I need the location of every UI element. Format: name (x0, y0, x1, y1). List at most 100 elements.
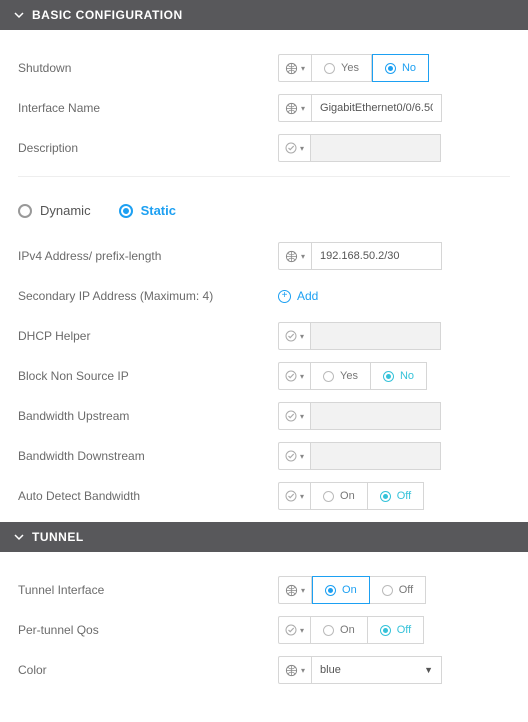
row-bw-up: Bandwidth Upstream ▾ (18, 396, 510, 436)
radio-icon (18, 204, 32, 218)
section-header-basic[interactable]: BASIC CONFIGURATION (0, 0, 528, 30)
tunnel-iface-on[interactable]: On (312, 576, 370, 604)
scope-button-bwup[interactable]: ▾ (278, 402, 311, 430)
dhcp-helper-input[interactable] (311, 322, 441, 350)
globe-icon (285, 250, 298, 263)
caret-icon: ▾ (301, 64, 305, 73)
shutdown-toggle: Yes No (312, 54, 429, 82)
scope-button-description[interactable]: ▾ (278, 134, 311, 162)
scope-button-qos[interactable]: ▾ (278, 616, 311, 644)
qos-off[interactable]: Off (368, 616, 424, 644)
caret-icon: ▾ (301, 586, 305, 595)
globe-icon (285, 102, 298, 115)
row-tunnel-iface: Tunnel Interface ▾ On Off (18, 570, 510, 610)
label-description: Description (18, 141, 278, 155)
radio-icon (382, 585, 393, 596)
autodetect-on[interactable]: On (311, 482, 368, 510)
radio-icon (380, 491, 391, 502)
scope-button-ifname[interactable]: ▾ (278, 94, 312, 122)
row-bw-down: Bandwidth Downstream ▾ (18, 436, 510, 476)
caret-icon: ▾ (300, 412, 304, 421)
caret-icon: ▾ (300, 626, 304, 635)
caret-icon: ▾ (301, 666, 305, 675)
check-icon (285, 142, 297, 154)
scope-button-block[interactable]: ▾ (278, 362, 311, 390)
qos-on[interactable]: On (311, 616, 368, 644)
block-nonsource-toggle: Yes No (311, 362, 427, 390)
add-secondary-ip[interactable]: + Add (278, 289, 318, 303)
caret-icon: ▾ (300, 452, 304, 461)
caret-icon: ▾ (300, 492, 304, 501)
caret-icon: ▾ (301, 104, 305, 113)
check-icon (285, 450, 297, 462)
scope-button-tunnel-iface[interactable]: ▾ (278, 576, 312, 604)
radio-icon (323, 625, 334, 636)
label-ipv4: IPv4 Address/ prefix-length (18, 249, 278, 263)
label-bw-down: Bandwidth Downstream (18, 449, 278, 463)
color-value: blue (320, 664, 341, 676)
divider (18, 176, 510, 177)
scope-button-color[interactable]: ▾ (278, 656, 312, 684)
shutdown-no[interactable]: No (372, 54, 429, 82)
radio-icon (324, 63, 335, 74)
dropdown-icon: ▼ (424, 665, 433, 675)
radio-icon (323, 371, 334, 382)
block-yes[interactable]: Yes (311, 362, 371, 390)
row-color: Color ▾ blue ▼ (18, 650, 510, 690)
caret-icon: ▾ (300, 144, 304, 153)
tunnel-body: Tunnel Interface ▾ On Off Per-tun (0, 552, 528, 696)
label-bw-up: Bandwidth Upstream (18, 409, 278, 423)
check-icon (285, 624, 297, 636)
globe-icon (285, 584, 298, 597)
ip-mode-row: Dynamic Static (18, 195, 510, 236)
label-auto-detect: Auto Detect Bandwidth (18, 489, 278, 503)
label-tunnel-iface: Tunnel Interface (18, 583, 278, 597)
section-title: TUNNEL (32, 530, 84, 544)
shutdown-yes[interactable]: Yes (312, 54, 372, 82)
auto-detect-toggle: On Off (311, 482, 424, 510)
caret-icon: ▾ (301, 252, 305, 261)
chevron-down-icon (14, 10, 24, 20)
description-input[interactable] (311, 134, 441, 162)
scope-button-dhcp[interactable]: ▾ (278, 322, 311, 350)
globe-icon (285, 664, 298, 677)
section-header-tunnel[interactable]: TUNNEL (0, 522, 528, 552)
radio-icon (385, 63, 396, 74)
radio-icon (380, 625, 391, 636)
label-per-tunnel-qos: Per-tunnel Qos (18, 623, 278, 637)
check-icon (285, 330, 297, 342)
caret-icon: ▾ (300, 332, 304, 341)
label-block-nonsource: Block Non Source IP (18, 369, 278, 383)
row-interface-name: Interface Name ▾ (18, 88, 510, 128)
radio-icon (325, 585, 336, 596)
scope-button-autodetect[interactable]: ▾ (278, 482, 311, 510)
row-auto-detect: Auto Detect Bandwidth ▾ On Off (18, 476, 510, 516)
label-color: Color (18, 663, 278, 677)
scope-button-shutdown[interactable]: ▾ (278, 54, 312, 82)
row-description: Description ▾ (18, 128, 510, 168)
label-shutdown: Shutdown (18, 61, 278, 75)
row-shutdown: Shutdown ▾ Yes No (18, 48, 510, 88)
autodetect-off[interactable]: Off (368, 482, 424, 510)
qos-toggle: On Off (311, 616, 424, 644)
mode-static[interactable]: Static (119, 203, 176, 218)
bw-up-input[interactable] (311, 402, 441, 430)
scope-button-bwdown[interactable]: ▾ (278, 442, 311, 470)
globe-icon (285, 62, 298, 75)
color-select[interactable]: blue ▼ (312, 656, 442, 684)
tunnel-iface-toggle: On Off (312, 576, 426, 604)
label-dhcp-helper: DHCP Helper (18, 329, 278, 343)
label-interface-name: Interface Name (18, 101, 278, 115)
plus-icon: + (278, 290, 291, 303)
check-icon (285, 410, 297, 422)
mode-dynamic[interactable]: Dynamic (18, 203, 91, 218)
ipv4-input[interactable] (312, 242, 442, 270)
tunnel-iface-off[interactable]: Off (370, 576, 426, 604)
scope-button-ipv4[interactable]: ▾ (278, 242, 312, 270)
bw-down-input[interactable] (311, 442, 441, 470)
row-secondary-ip: Secondary IP Address (Maximum: 4) + Add (18, 276, 510, 316)
chevron-down-icon (14, 532, 24, 542)
check-icon (285, 490, 297, 502)
block-no[interactable]: No (371, 362, 427, 390)
interface-name-input[interactable] (312, 94, 442, 122)
